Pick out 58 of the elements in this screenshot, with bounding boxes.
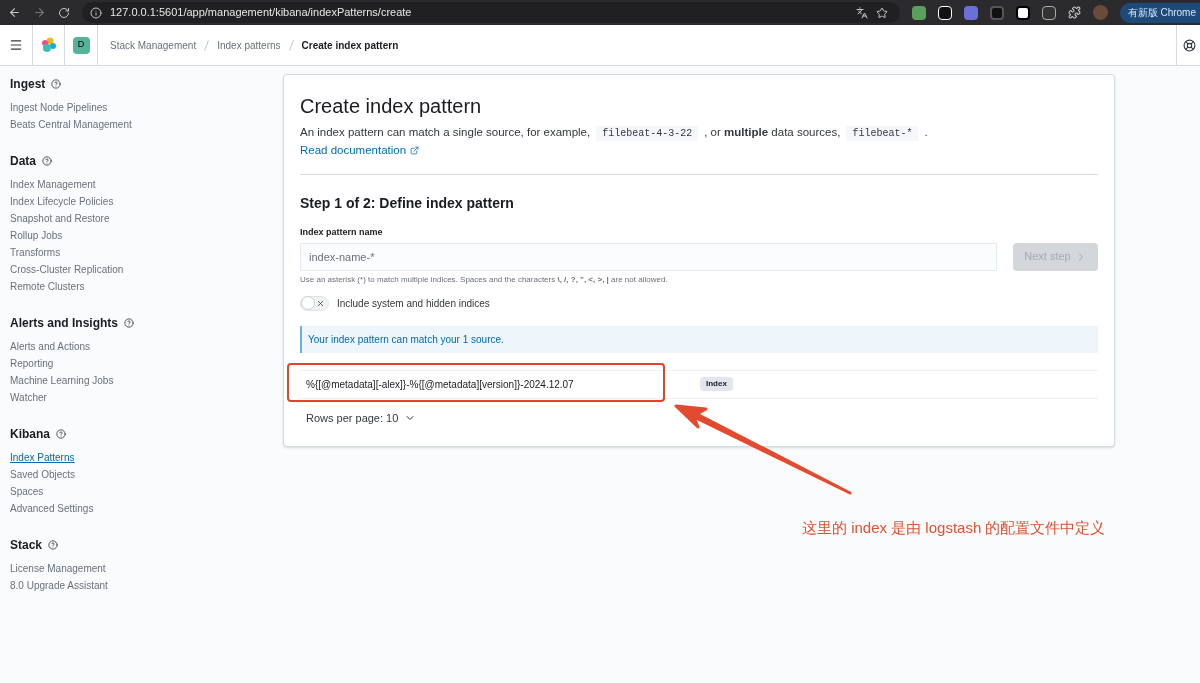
extensions-icon[interactable] [1067, 6, 1081, 19]
sidebar-item[interactable]: Ingest Node Pipelines [10, 99, 108, 116]
address-bar[interactable]: 127.0.0.1:5601/app/management/kibana/indexPatterns/create [82, 2, 900, 23]
external-link-icon [410, 145, 420, 155]
sidebar-item[interactable]: Machine Learning Jobs [10, 372, 114, 389]
sidebar-item[interactable]: Beats Central Management [10, 116, 132, 133]
sidebar-item[interactable]: 8.0 Upgrade Assistant [10, 577, 108, 594]
sidebar-item[interactable]: Rollup Jobs [10, 227, 63, 244]
annotation-text: 这里的 index 是由 logstash 的配置文件中定义 [802, 518, 1106, 538]
sidebar-section-title: Data [10, 153, 36, 170]
rows-per-page-button[interactable]: Rows per page: 10 [306, 409, 417, 426]
breadcrumb[interactable]: Index patterns [217, 37, 281, 53]
callout-text: Your index pattern can match your 1 source. [308, 332, 504, 347]
page-title: Create index pattern [300, 94, 483, 119]
sidebar-item[interactable]: Saved Objects [10, 466, 76, 483]
step-title: Step 1 of 2: Define index pattern [300, 194, 515, 213]
logo-icon[interactable] [40, 37, 57, 53]
sidebar-item[interactable]: Transforms [10, 244, 61, 261]
index-tag: Index [700, 377, 733, 391]
index-pattern-field[interactable]: index-name-* [300, 242, 997, 271]
toggle-switch[interactable] [300, 295, 329, 311]
description-text: An index pattern can match a single source, for example, filebeat-4-3-22 , or multiple data sources, filebeat-* . [300, 125, 929, 143]
field-label: Index pattern name [300, 226, 383, 239]
toggle-label: Include system and hidden indices [337, 296, 490, 311]
forward-icon[interactable] [33, 6, 46, 19]
sidebar-item[interactable]: Alerts and Actions [10, 338, 91, 355]
space-avatar[interactable]: D [72, 36, 90, 54]
translate-icon[interactable] [855, 6, 868, 19]
sidebar-item[interactable]: Remote Clusters [10, 278, 85, 295]
sidebar-section-title: Ingest [10, 76, 46, 93]
sidebar-item[interactable]: Index Lifecycle Policies [10, 193, 114, 210]
update-chrome-button[interactable]: 有新版 Chrome [1119, 2, 1200, 23]
table-cell-text: %{[@metadata][-alex]}-%{[@metadata][version]}-2024.12.07 [305, 377, 575, 392]
site-info-icon[interactable] [90, 6, 102, 19]
reload-icon[interactable] [58, 6, 70, 19]
breadcrumb[interactable]: Create index pattern [301, 37, 399, 53]
sidebar-item[interactable]: Snapshot and Restore [10, 210, 110, 227]
sidebar-item[interactable]: Spaces [10, 483, 44, 500]
extension-icon[interactable] [1041, 5, 1056, 20]
sidebar-item[interactable]: Reporting [10, 355, 54, 372]
back-icon[interactable] [8, 6, 21, 19]
url-text: 127.0.0.1:5601/app/management/kibana/indexPatterns/create [110, 5, 413, 21]
menu-icon[interactable] [9, 38, 23, 52]
help-text: Use an asterisk (*) to match multiple indices. Spaces and the characters \, /, ?, ", <, >, | are not allowed. [300, 273, 669, 286]
sidebar-section-title: Stack [10, 537, 43, 554]
sidebar-item[interactable]: Index Management [10, 176, 96, 193]
sidebar-section-title: Kibana [10, 426, 50, 443]
sidebar-item[interactable]: Watcher [10, 389, 47, 406]
cross-icon [316, 298, 325, 308]
sidebar-item[interactable]: Cross-Cluster Replication [10, 261, 124, 278]
sidebar-item[interactable]: Index Patterns [10, 449, 75, 466]
extension-icon[interactable] [1015, 5, 1030, 20]
read-documentation-link[interactable]: Read documentation [300, 143, 407, 157]
bookmark-star-icon[interactable] [875, 6, 888, 19]
sidebar-item[interactable]: Advanced Settings [10, 500, 94, 517]
sidebar-section-title: Alerts and Insights [10, 315, 119, 332]
breadcrumb[interactable]: Stack Management [110, 37, 197, 53]
sidebar-item[interactable]: License Management [10, 560, 106, 577]
